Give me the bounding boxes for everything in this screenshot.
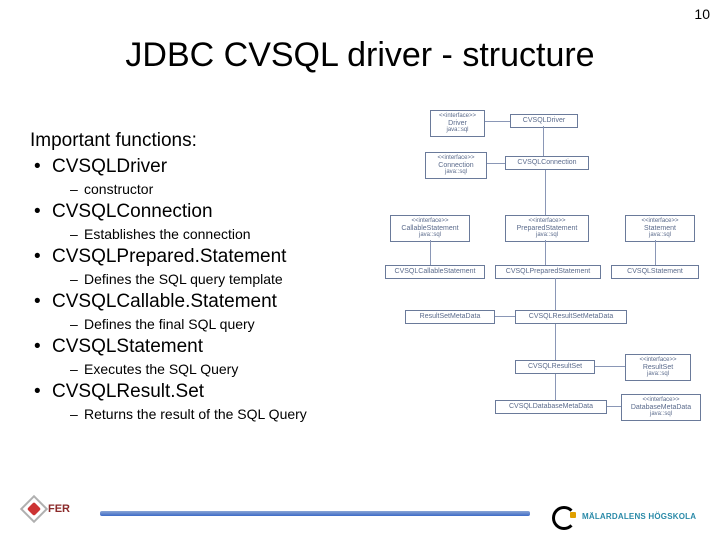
uml-box: ResultSetMetaData xyxy=(405,310,495,324)
list-item: CVSQLDriver constructor xyxy=(30,156,390,197)
uml-box: CVSQLDatabaseMetaData xyxy=(495,400,607,414)
fer-logo-block: FER xyxy=(24,496,84,522)
list-item: CVSQLCallable.Statement Defines the fina… xyxy=(30,291,390,332)
item-desc: Defines the SQL query template xyxy=(70,271,390,287)
list-item: CVSQLPrepared.Statement Defines the SQL … xyxy=(30,246,390,287)
mdh-logo-block: MÄLARDALENS HÖGSKOLA xyxy=(552,508,702,524)
list-item: CVSQLResult.Set Returns the result of th… xyxy=(30,381,390,422)
item-desc: Executes the SQL Query xyxy=(70,361,390,377)
connector xyxy=(655,240,656,265)
function-list: CVSQLDriver constructor CVSQLConnection … xyxy=(30,156,390,422)
uml-box: <<interface>> PreparedStatement java::sq… xyxy=(505,215,589,242)
connector xyxy=(545,240,546,265)
uml-box: CVSQLResultSet xyxy=(515,360,595,374)
mdh-logo-text: MÄLARDALENS HÖGSKOLA xyxy=(582,512,696,521)
item-name: CVSQLConnection xyxy=(52,201,213,222)
intro-text: Important functions: xyxy=(30,130,390,152)
uml-box: CVSQLStatement xyxy=(611,265,699,279)
fer-logo-text: FER xyxy=(48,503,70,515)
connector xyxy=(543,126,544,156)
slide-title: JDBC CVSQL driver - structure xyxy=(0,36,720,75)
uml-box: <<interface>> CallableStatement java::sq… xyxy=(390,215,470,242)
uml-box: CVSQLConnection xyxy=(505,156,589,170)
connector xyxy=(430,240,431,265)
uml-box: <<interface>> Driver java::sql xyxy=(430,110,485,137)
item-name: CVSQLCallable.Statement xyxy=(52,291,277,312)
connector xyxy=(555,374,556,400)
connector xyxy=(607,406,621,407)
item-desc: Establishes the connection xyxy=(70,226,390,242)
list-item: CVSQLStatement Executes the SQL Query xyxy=(30,336,390,377)
page-number: 10 xyxy=(694,6,710,22)
connector xyxy=(555,278,556,310)
uml-box: CVSQLResultSetMetaData xyxy=(515,310,627,324)
item-name: CVSQLPrepared.Statement xyxy=(52,246,286,267)
uml-box: <<interface>> ResultSet java::sql xyxy=(625,354,691,381)
footer-rule xyxy=(100,511,530,516)
item-name: CVSQLResult.Set xyxy=(52,381,204,402)
connector xyxy=(545,170,546,215)
item-desc: constructor xyxy=(70,181,390,197)
slide: 10 JDBC CVSQL driver - structure Importa… xyxy=(0,0,720,540)
fer-logo-icon xyxy=(20,495,48,523)
uml-box: <<interface>> Statement java::sql xyxy=(625,215,695,242)
item-name: CVSQLStatement xyxy=(52,336,203,357)
connector xyxy=(555,324,556,360)
uml-box: CVSQLDriver xyxy=(510,114,578,128)
connector xyxy=(485,121,510,122)
uml-diagram: <<interface>> Driver java::sql CVSQLDriv… xyxy=(385,110,705,430)
item-name: CVSQLDriver xyxy=(52,156,167,177)
connector xyxy=(595,366,625,367)
item-desc: Returns the result of the SQL Query xyxy=(70,406,390,422)
list-item: CVSQLConnection Establishes the connecti… xyxy=(30,201,390,242)
connector xyxy=(487,163,505,164)
footer: FER MÄLARDALENS HÖGSKOLA xyxy=(0,486,720,526)
uml-box: CVSQLPreparedStatement xyxy=(495,265,601,279)
uml-box: CVSQLCallableStatement xyxy=(385,265,485,279)
connector xyxy=(495,316,515,317)
uml-box: <<interface>> DatabaseMetaData java::sql xyxy=(621,394,701,421)
item-desc: Defines the final SQL query xyxy=(70,316,390,332)
uml-box: <<interface>> Connection java::sql xyxy=(425,152,487,179)
mdh-logo-icon xyxy=(552,508,576,524)
content-body: Important functions: CVSQLDriver constru… xyxy=(30,130,390,426)
